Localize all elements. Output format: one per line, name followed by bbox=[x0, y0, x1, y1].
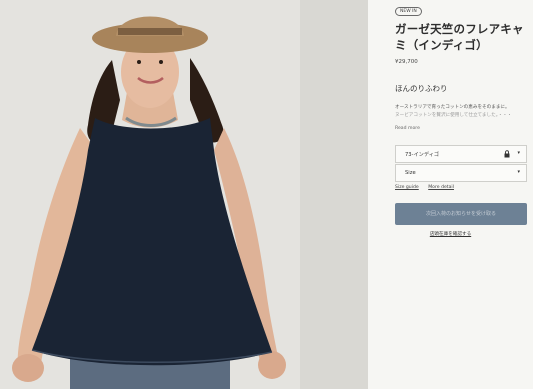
product-links: Size guide More detail bbox=[395, 185, 462, 190]
description-line: オーストラリアで育ったコットンの恵みをそのままに。 bbox=[395, 105, 510, 110]
size-guide-link[interactable]: Size guide bbox=[395, 185, 419, 190]
restock-notify-button[interactable]: 次回入荷のお知らせを受け取る bbox=[395, 203, 527, 225]
model-illustration bbox=[0, 0, 368, 389]
lock-icon bbox=[504, 150, 510, 158]
product-subheading: ほんのりふわり bbox=[395, 84, 448, 93]
product-price: ¥29,700 bbox=[395, 59, 418, 65]
product-description: オーストラリアで育ったコットンの恵みをそのままに。 ヌービアコットンを贅沢に使用… bbox=[395, 104, 523, 120]
read-more-link[interactable]: Read more bbox=[395, 126, 420, 131]
chevron-down-icon: ▾ bbox=[517, 169, 520, 175]
product-title: ガーゼ天竺のフレアキャミ（インディゴ） bbox=[395, 22, 524, 52]
description-line: ヌービアコットンを贅沢に使用して仕立てました。・・・ bbox=[395, 113, 512, 118]
new-in-badge: NEW IN bbox=[395, 7, 422, 16]
size-select[interactable]: Size ▾ bbox=[395, 164, 527, 182]
more-detail-link[interactable]: More detail bbox=[428, 185, 454, 190]
product-photo bbox=[0, 0, 368, 389]
product-panel: NEW IN ガーゼ天竺のフレアキャミ（インディゴ） ¥29,700 ほんのりふ… bbox=[368, 0, 533, 389]
store-stock-link[interactable]: 店頭在庫を確認する bbox=[430, 232, 471, 237]
size-select-value: Size bbox=[405, 170, 416, 176]
variant-select[interactable]: 73-インディゴ ▾ bbox=[395, 145, 527, 163]
chevron-down-icon: ▾ bbox=[517, 150, 520, 156]
store-stock-wrapper: 店頭在庫を確認する bbox=[368, 231, 533, 237]
variant-select-value: 73-インディゴ bbox=[405, 152, 440, 158]
